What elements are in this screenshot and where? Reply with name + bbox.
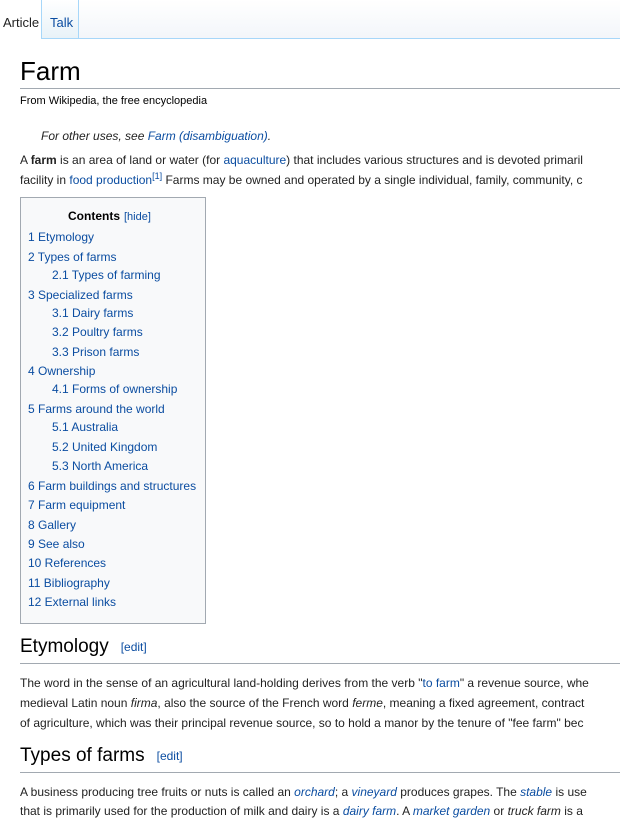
toc-item[interactable]: 9 See also	[28, 537, 85, 551]
text: medieval Latin noun	[20, 696, 131, 710]
text: is an area of land or water (for	[56, 153, 224, 167]
page-tabs: Article Talk	[0, 0, 620, 39]
site-tagline: From Wikipedia, the free encyclopedia	[20, 95, 208, 107]
toc-hide-link[interactable]: [hide]	[124, 211, 151, 223]
hatnote-prefix: For other uses, see	[41, 129, 148, 143]
aquaculture-link[interactable]: aquaculture	[223, 153, 286, 167]
etymology-line-2: medieval Latin noun firma, also the sour…	[20, 693, 584, 713]
hatnote-suffix: .	[267, 129, 272, 143]
text: or	[490, 804, 508, 818]
text: , also the source of the French word	[157, 696, 353, 710]
toc-item[interactable]: 5 Farms around the world	[28, 402, 165, 416]
text: ) that includes various structures and i…	[286, 153, 583, 167]
text: facility in	[20, 173, 70, 187]
table-of-contents: Contents [hide] 1 Etymology 2 Types of far…	[20, 197, 206, 624]
title-divider	[20, 88, 620, 89]
toc-item[interactable]: 3.3 Prison farms	[52, 345, 139, 359]
text: of agriculture, which was their principa…	[20, 716, 584, 730]
to-farm-link[interactable]: to farm	[422, 676, 459, 690]
text: produces grapes. The	[396, 785, 521, 799]
toc-item[interactable]: 8 Gallery	[28, 518, 76, 532]
toc-item[interactable]: 4.1 Forms of ownership	[52, 382, 177, 396]
toc-header: Contents [hide]	[68, 209, 151, 223]
toc-item[interactable]: 11 Bibliography	[28, 576, 110, 590]
text: . A	[396, 804, 413, 818]
text: The word in the sense of an agricultural…	[20, 676, 423, 690]
text: ; a	[334, 785, 352, 799]
toc-item[interactable]: 3.1 Dairy farms	[52, 306, 133, 320]
tab-article[interactable]: Article	[0, 0, 42, 39]
types-line-1: A business producing tree fruits or nuts…	[20, 782, 587, 802]
toc-item[interactable]: 10 References	[28, 556, 106, 570]
toc-item[interactable]: 5.3 North America	[52, 459, 148, 473]
intro-line-1: A farm is an area of land or water (for …	[20, 150, 583, 170]
etymology-line-3: of agriculture, which was their principa…	[20, 713, 583, 733]
etymology-line-1: The word in the sense of an agricultural…	[20, 673, 589, 693]
toc-item[interactable]: 7 Farm equipment	[28, 498, 125, 512]
food-production-link[interactable]: food production	[69, 173, 152, 187]
edit-link-types-of-farms[interactable]: [edit]	[157, 749, 183, 763]
tab-talk[interactable]: Talk	[42, 0, 79, 38]
section-divider	[20, 663, 620, 664]
disambiguation-link[interactable]: Farm (disambiguation)	[148, 129, 268, 143]
section-heading-types-of-farms: Types of farms [edit]	[20, 745, 183, 767]
toc-item[interactable]: 1 Etymology	[28, 230, 94, 244]
toc-item[interactable]: 3.2 Poultry farms	[52, 325, 143, 339]
section-divider	[20, 772, 620, 773]
intro-line-2: facility in food production[1] Farms may…	[20, 170, 583, 190]
text: that is primarily used for the productio…	[20, 804, 343, 818]
italic-term: firma	[130, 696, 158, 710]
text: is a	[560, 804, 583, 818]
toc-title: Contents	[68, 209, 120, 223]
dairy-farm-link[interactable]: dairy farm	[343, 804, 396, 818]
page-title: Farm	[20, 56, 81, 86]
orchard-link[interactable]: orchard	[294, 785, 335, 799]
text: , meaning a fixed agreement, contract	[382, 696, 585, 710]
stable-link[interactable]: stable	[520, 785, 552, 799]
types-line-2: that is primarily used for the productio…	[20, 801, 583, 821]
toc-item[interactable]: 2 Types of farms	[28, 250, 116, 264]
italic-term: ferme	[352, 696, 383, 710]
toc-item[interactable]: 5.2 United Kingdom	[52, 440, 157, 454]
reference-link[interactable]: [1]	[152, 171, 162, 181]
text: is use	[552, 785, 587, 799]
toc-item[interactable]: 5.1 Australia	[52, 420, 118, 434]
edit-link-etymology[interactable]: [edit]	[121, 640, 147, 654]
text: A business producing tree fruits or nuts…	[20, 785, 295, 799]
text: A	[20, 153, 31, 167]
section-heading-etymology: Etymology [edit]	[20, 636, 147, 658]
heading-text: Etymology	[20, 636, 109, 658]
hatnote: For other uses, see Farm (disambiguation…	[41, 129, 271, 143]
toc-item[interactable]: 4 Ownership	[28, 364, 95, 378]
toc-item[interactable]: 3 Specialized farms	[28, 288, 133, 302]
heading-text: Types of farms	[20, 745, 145, 767]
vineyard-link[interactable]: vineyard	[352, 785, 397, 799]
text: " a revenue source, whe	[459, 676, 589, 690]
text: Farms may be owned and operated by a sin…	[162, 173, 583, 187]
bold-term: farm	[30, 153, 57, 167]
italic-term: truck farm	[507, 804, 561, 818]
toc-item[interactable]: 2.1 Types of farming	[52, 268, 161, 282]
toc-item[interactable]: 12 External links	[28, 595, 116, 609]
market-garden-link[interactable]: market garden	[413, 804, 490, 818]
toc-item[interactable]: 6 Farm buildings and structures	[28, 479, 196, 493]
